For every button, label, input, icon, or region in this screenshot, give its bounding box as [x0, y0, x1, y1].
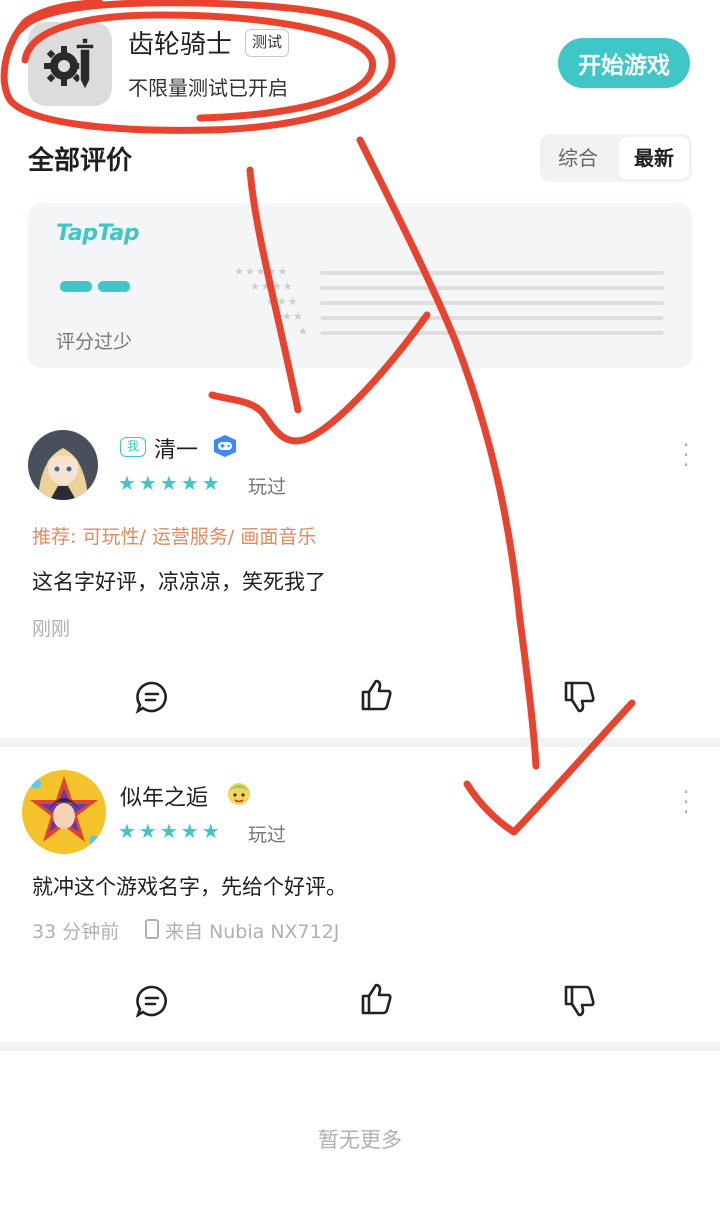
- score-dash: [98, 281, 130, 292]
- more-options-icon[interactable]: · · ·: [680, 435, 692, 475]
- user-name[interactable]: 清一: [154, 432, 198, 464]
- phone-icon: [145, 919, 159, 939]
- star-row-icon: ★★★★: [250, 280, 294, 293]
- bar-track: [320, 301, 664, 305]
- star-row-icon: ★★: [282, 310, 304, 323]
- user-name[interactable]: 似年之逅: [120, 780, 208, 812]
- star-rating: ★★★★★: [118, 819, 223, 843]
- star-row-icon: ★★★★★: [234, 265, 289, 278]
- red-annotation-overlay: [0, 0, 636, 836]
- divider: [0, 738, 720, 747]
- gamepad-badge-icon: [212, 434, 238, 458]
- score-dash: [60, 281, 92, 292]
- emoji-badge-icon: [224, 779, 254, 807]
- review-text: 这名字好评，凉凉凉，笑死我了: [32, 570, 326, 594]
- section-title: 全部评价: [28, 146, 133, 176]
- app-subtitle: 不限量测试已开启: [128, 76, 288, 100]
- comment-icon[interactable]: [135, 984, 169, 1018]
- bar-track: [320, 271, 664, 275]
- device-info: 来自 Nubia NX712J: [165, 921, 340, 943]
- bar-track: [320, 286, 664, 290]
- divider: [0, 1042, 720, 1051]
- rating-bar-1: ★: [234, 325, 664, 339]
- rating-bar-4: ★★★★: [234, 280, 664, 294]
- rating-bar-5: ★★★★★: [234, 265, 664, 279]
- recommend-tags: 推荐: 可玩性/ 运营服务/ 画面音乐: [32, 526, 317, 548]
- start-game-button[interactable]: 开始游戏: [558, 38, 690, 88]
- app-header: 齿轮骑士 测试 不限量测试已开启 开始游戏: [0, 0, 720, 130]
- avatar-image: [22, 770, 106, 854]
- gear-sword-icon: [44, 37, 95, 92]
- me-tag: 我: [120, 437, 146, 457]
- avatar[interactable]: [28, 430, 98, 500]
- rating-note: 评分过少: [56, 331, 133, 353]
- thumbs-up-icon[interactable]: [360, 678, 394, 712]
- comment-icon[interactable]: [135, 680, 169, 714]
- played-status: 玩过: [248, 824, 287, 846]
- thumbs-up-icon[interactable]: [360, 982, 394, 1016]
- star-row-icon: ★: [298, 325, 309, 338]
- avatar-image: [28, 430, 98, 500]
- rating-bar-3: ★★★: [234, 295, 664, 309]
- sort-comprehensive[interactable]: 综合: [540, 134, 616, 182]
- bar-track: [320, 331, 664, 335]
- rating-bar-2: ★★: [234, 310, 664, 324]
- sort-toggle: 综合 最新: [540, 134, 692, 182]
- rating-distribution: ★★★★★ ★★★★ ★★★ ★★ ★: [234, 265, 664, 347]
- thumbs-down-icon[interactable]: [563, 680, 597, 714]
- review-time: 刚刚: [32, 618, 71, 640]
- no-more-text: 暂无更多: [318, 1128, 402, 1152]
- review-text: 就冲这个游戏名字，先给个好评。: [32, 875, 347, 899]
- avatar[interactable]: [22, 770, 106, 854]
- rating-card: TapTap 评分过少 ★★★★★ ★★★★ ★★★ ★★ ★: [28, 203, 692, 368]
- sort-latest[interactable]: 最新: [619, 137, 689, 179]
- app-name: 齿轮骑士: [128, 30, 233, 60]
- app-icon[interactable]: [28, 22, 112, 106]
- star-rating: ★★★★★: [118, 471, 223, 495]
- played-status: 玩过: [248, 476, 287, 498]
- star-row-icon: ★★★: [266, 295, 299, 308]
- annotation-arrowhead: [463, 699, 636, 836]
- taptap-logo: TapTap: [56, 221, 139, 246]
- bar-track: [320, 316, 664, 320]
- test-badge: 测试: [245, 29, 290, 57]
- review-time: 33 分钟前: [32, 921, 120, 943]
- more-options-icon[interactable]: · · ·: [680, 782, 692, 822]
- thumbs-down-icon[interactable]: [563, 984, 597, 1018]
